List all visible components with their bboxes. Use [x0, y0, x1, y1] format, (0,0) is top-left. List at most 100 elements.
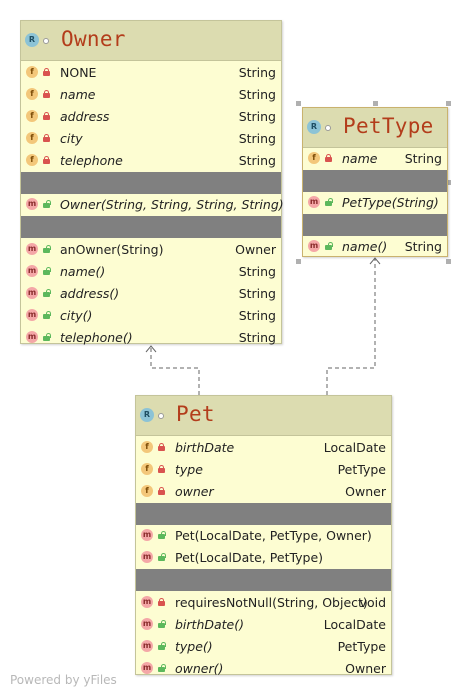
field-icon: f: [26, 132, 38, 144]
unlock-icon: [158, 553, 166, 561]
member-name: name: [342, 151, 378, 166]
section-separator: [303, 214, 447, 236]
member-name: type(): [175, 639, 213, 654]
member-type: LocalDate: [323, 617, 386, 632]
lock-icon: [158, 487, 165, 495]
method-icon: m: [141, 529, 153, 541]
method-row[interactable]: m type() PetType: [136, 636, 391, 658]
section-separator: [136, 569, 391, 591]
unlock-icon: [43, 245, 51, 253]
method-row[interactable]: m city() String: [21, 305, 281, 327]
visibility-dot-icon: [158, 413, 164, 419]
method-row[interactable]: m requiresNotNull(String, Object) void: [136, 592, 391, 614]
lock-icon: [158, 598, 165, 606]
member-type: String: [238, 87, 276, 102]
member-name: city(): [60, 308, 93, 323]
constructor-row[interactable]: m PetType(String): [303, 192, 447, 214]
field-row[interactable]: f birthDate LocalDate: [136, 437, 391, 459]
member-name: telephone: [60, 153, 123, 168]
member-name: anOwner(String): [60, 242, 164, 257]
constructor-row[interactable]: m Pet(LocalDate, PetType): [136, 547, 391, 569]
method-row[interactable]: m owner() Owner: [136, 658, 391, 680]
method-icon: m: [26, 243, 38, 255]
lock-icon: [158, 443, 165, 451]
constructor-row[interactable]: m Pet(LocalDate, PetType, Owner): [136, 525, 391, 547]
field-row[interactable]: f name String: [21, 84, 281, 106]
edge-pet-to-pettype: [326, 259, 376, 395]
method-icon: m: [26, 265, 38, 277]
field-row[interactable]: f owner Owner: [136, 481, 391, 503]
method-row[interactable]: m anOwner(String) Owner: [21, 239, 281, 261]
method-icon: m: [141, 662, 153, 674]
member-type: void: [359, 595, 386, 610]
lock-icon: [325, 154, 332, 162]
unlock-icon: [43, 200, 51, 208]
section-separator: [21, 172, 281, 194]
member-type: PetType: [337, 462, 386, 477]
member-type: Owner: [345, 661, 386, 676]
member-type: PetType: [337, 639, 386, 654]
fields-section: f NONE String f name String f address St…: [21, 61, 281, 172]
class-owner[interactable]: R Owner f NONE String f name String f ad…: [20, 20, 284, 345]
member-name: birthDate: [175, 440, 235, 455]
field-row[interactable]: f telephone String: [21, 150, 281, 172]
field-row[interactable]: f city String: [21, 128, 281, 150]
field-icon: f: [26, 88, 38, 100]
member-name: name(): [60, 264, 106, 279]
unlock-icon: [43, 289, 51, 297]
constructor-row[interactable]: m Owner(String, String, String, String): [21, 194, 284, 216]
member-type: LocalDate: [323, 440, 386, 455]
selection-handle[interactable]: [296, 101, 301, 106]
methods-section: m anOwner(String) Owner m name() String …: [21, 238, 281, 349]
field-row[interactable]: f address String: [21, 106, 281, 128]
class-name: Owner: [61, 27, 126, 51]
method-row[interactable]: m name() String: [303, 236, 447, 258]
lock-icon: [43, 156, 50, 164]
methods-section: m requiresNotNull(String, Object) void m…: [136, 591, 391, 680]
member-name: telephone(): [60, 330, 133, 345]
member-type: Owner: [235, 242, 276, 257]
class-header: R Pet: [136, 396, 391, 436]
edge-pet-to-owner: [150, 347, 200, 395]
member-name: Pet(LocalDate, PetType, Owner): [175, 528, 372, 543]
field-row[interactable]: f NONE String: [21, 62, 281, 84]
selection-handle[interactable]: [446, 101, 451, 106]
member-name: owner(): [175, 661, 224, 676]
class-pettype[interactable]: R PetType f name String m PetType(String…: [302, 107, 448, 257]
method-icon: m: [141, 596, 153, 608]
unlock-icon: [325, 198, 333, 206]
record-icon: R: [307, 120, 321, 134]
field-icon: f: [141, 441, 153, 453]
class-pet[interactable]: R Pet f birthDate LocalDate f type PetTy…: [135, 395, 392, 676]
method-row[interactable]: m address() String: [21, 283, 281, 305]
member-name: Owner(String, String, String, String): [60, 197, 284, 212]
field-row[interactable]: f type PetType: [136, 459, 391, 481]
method-row[interactable]: m name() String: [21, 261, 281, 283]
field-row[interactable]: f name String: [303, 148, 447, 170]
unlock-icon: [158, 642, 166, 650]
member-name: type: [175, 462, 203, 477]
section-separator: [136, 503, 391, 525]
lock-icon: [43, 134, 50, 142]
unlock-icon: [158, 664, 166, 672]
unlock-icon: [158, 620, 166, 628]
method-row[interactable]: m telephone() String: [21, 327, 281, 349]
method-icon: m: [26, 287, 38, 299]
field-icon: f: [141, 463, 153, 475]
selection-handle[interactable]: [446, 259, 451, 264]
member-name: owner: [175, 484, 214, 499]
member-type: Owner: [345, 484, 386, 499]
member-name: address: [60, 109, 110, 124]
class-header: R Owner: [21, 21, 281, 61]
method-icon: m: [308, 240, 320, 252]
field-icon: f: [308, 152, 320, 164]
method-icon: m: [26, 198, 38, 210]
method-icon: m: [141, 618, 153, 630]
member-type: String: [238, 330, 276, 345]
method-row[interactable]: m birthDate() LocalDate: [136, 614, 391, 636]
selection-handle[interactable]: [296, 259, 301, 264]
unlock-icon: [158, 531, 166, 539]
lock-icon: [43, 90, 50, 98]
selection-handle[interactable]: [373, 101, 378, 106]
member-name: requiresNotNull(String, Object): [175, 595, 368, 610]
